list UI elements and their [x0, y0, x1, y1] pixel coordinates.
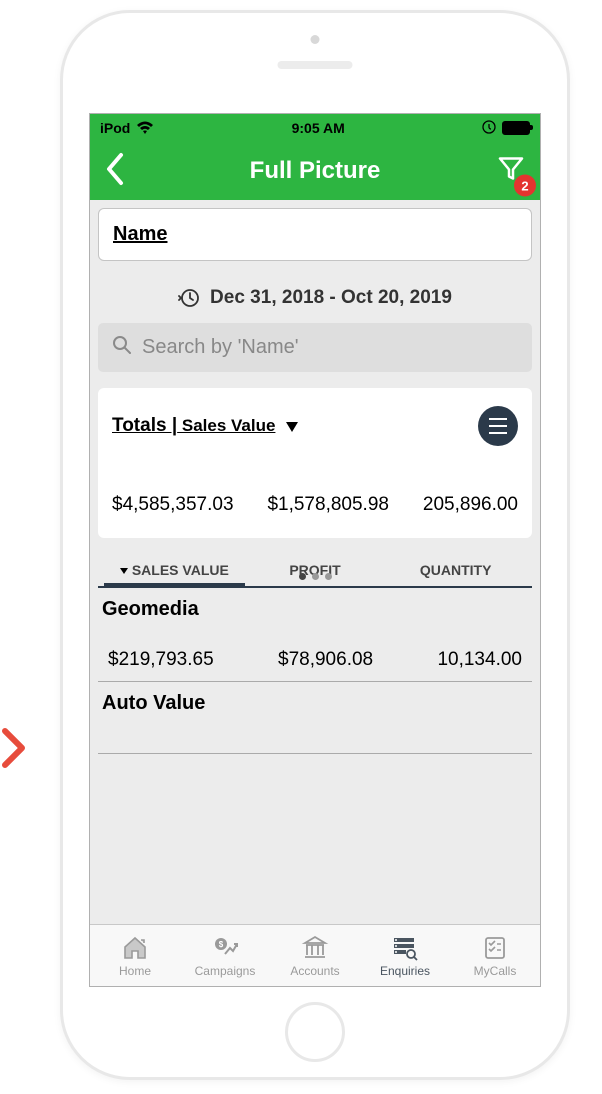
nav-label: Accounts [290, 964, 339, 978]
totals-sort[interactable]: Totals | Sales Value [112, 415, 298, 437]
search-input[interactable] [142, 336, 518, 359]
content: Name Dec 31, 2018 - Oct 20, 2019 Totals … [90, 200, 540, 924]
lock-rotation-icon [482, 120, 496, 137]
search-box[interactable] [98, 323, 532, 372]
tab-profit[interactable]: PROFIT [245, 554, 386, 586]
phone-frame: iPod 9:05 AM Full Picture [60, 10, 570, 1080]
tab-quantity[interactable]: QUANTITY [385, 554, 526, 586]
totals-sort-label: Sales Value [177, 416, 275, 435]
list-item[interactable]: Geomedia $219,793.65 $78,906.08 10,134.0… [98, 588, 532, 682]
nav-campaigns[interactable]: $ Campaigns [180, 925, 270, 986]
list[interactable]: Geomedia $219,793.65 $78,906.08 10,134.0… [98, 588, 532, 924]
wifi-icon [136, 121, 154, 135]
item-sales-value: $219,793.65 [108, 649, 214, 671]
history-icon [178, 287, 200, 309]
home-icon [121, 934, 149, 962]
bottom-nav: Home $ Campaigns Accounts Enquiries [90, 924, 540, 986]
svg-text:$: $ [219, 940, 224, 949]
nav-label: Campaigns [195, 964, 256, 978]
date-range[interactable]: Dec 31, 2018 - Oct 20, 2019 [90, 269, 540, 313]
totals-quantity: 205,896.00 [423, 494, 518, 516]
status-bar: iPod 9:05 AM [90, 114, 540, 142]
mycalls-icon [481, 934, 509, 962]
page-title: Full Picture [250, 157, 381, 185]
back-button[interactable] [104, 151, 126, 192]
name-field[interactable]: Name [98, 208, 532, 261]
filter-button[interactable]: 2 [496, 154, 526, 189]
time-label: 9:05 AM [292, 120, 345, 136]
nav-label: Home [119, 964, 151, 978]
totals-card: Totals | Sales Value $4,585,357.03 $1,57… [98, 388, 532, 538]
list-item[interactable]: Auto Value [98, 682, 532, 754]
date-range-label: Dec 31, 2018 - Oct 20, 2019 [210, 287, 452, 309]
nav-accounts[interactable]: Accounts [270, 925, 360, 986]
item-name: Auto Value [102, 692, 528, 715]
search-icon [112, 335, 132, 360]
item-profit: $78,906.08 [278, 649, 373, 671]
screen: iPod 9:05 AM Full Picture [89, 113, 541, 987]
nav-home[interactable]: Home [90, 925, 180, 986]
nav-label: Enquiries [380, 964, 430, 978]
triangle-down-icon [286, 422, 298, 432]
tab-sales-value[interactable]: SALES VALUE [104, 554, 245, 586]
enquiries-icon [391, 934, 419, 962]
campaigns-icon: $ [211, 934, 239, 962]
totals-label: Totals | [112, 415, 177, 436]
menu-button[interactable] [478, 406, 518, 446]
item-quantity: 10,134.00 [437, 649, 522, 671]
tabs: SALES VALUE PROFIT QUANTITY [98, 546, 532, 588]
filter-badge: 2 [514, 175, 536, 197]
totals-sales-value: $4,585,357.03 [112, 494, 234, 516]
battery-icon [502, 121, 530, 135]
totals-profit: $1,578,805.98 [267, 494, 389, 516]
nav-label: MyCalls [474, 964, 517, 978]
nav-enquiries[interactable]: Enquiries [360, 925, 450, 986]
home-button[interactable] [285, 1002, 345, 1062]
accounts-icon [301, 934, 329, 962]
item-name: Geomedia [102, 598, 528, 621]
nav-mycalls[interactable]: MyCalls [450, 925, 540, 986]
device-label: iPod [100, 120, 130, 136]
nav-bar: Full Picture 2 [90, 142, 540, 200]
name-label: Name [113, 223, 167, 245]
chevron-right-icon [0, 726, 30, 775]
